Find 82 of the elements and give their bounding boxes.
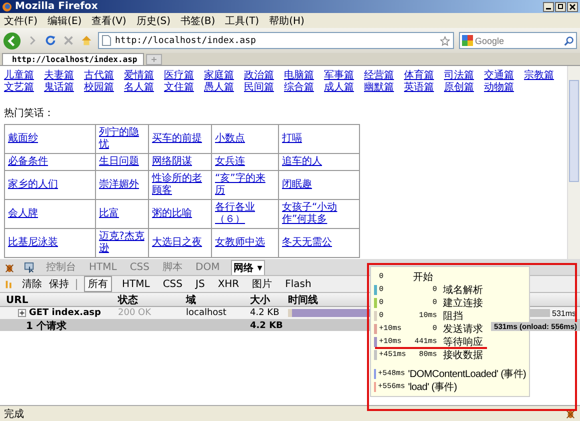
window-title: Mozilla Firefox [15, 1, 98, 12]
panel-tab[interactable]: 网络 ▾ [230, 260, 266, 274]
menu-item[interactable]: 书签(B) [180, 14, 216, 28]
category-link[interactable]: 名人篇 [124, 82, 154, 94]
restore-icon[interactable] [555, 2, 566, 12]
status-text: 完成 [4, 408, 24, 420]
address-bar[interactable]: http://localhost/index.asp [98, 32, 454, 49]
request-size: 4.2 KB [250, 308, 280, 318]
reload-icon[interactable] [44, 34, 57, 47]
category-link[interactable]: 医疗篇 [164, 70, 194, 82]
filter-button[interactable]: 图片 [249, 277, 276, 291]
category-link[interactable]: 政治篇 [244, 70, 274, 82]
menu-item[interactable]: 帮助(H) [269, 14, 304, 28]
filter-button[interactable]: HTML [119, 278, 153, 290]
total-size: 4.2 KB [250, 321, 284, 331]
category-link[interactable]: 宗教篇 [524, 70, 554, 82]
category-link[interactable]: 爱情篇 [124, 70, 154, 82]
category-link[interactable]: 儿童篇 [4, 70, 34, 82]
category-link[interactable]: 夫妻篇 [44, 70, 74, 82]
menu-item[interactable]: 查看(V) [92, 14, 126, 28]
browser-tab[interactable]: http://localhost/index.asp [2, 53, 144, 65]
toolbar-button[interactable]: 保持 [49, 277, 69, 291]
category-link[interactable]: 幽默篇 [364, 82, 394, 94]
vertical-scrollbar[interactable] [567, 66, 580, 259]
phase-label: 接收数据 [443, 348, 483, 362]
category-link[interactable]: 体育篇 [404, 70, 434, 82]
bug-icon[interactable] [4, 262, 15, 272]
phase-label: 等待响应 [443, 336, 483, 348]
filter-button[interactable]: CSS [160, 278, 186, 290]
category-link[interactable]: 民间篇 [244, 82, 274, 94]
page-icon [102, 35, 111, 46]
expand-icon[interactable] [18, 309, 26, 317]
column-header[interactable]: URL [6, 294, 118, 306]
menu-item[interactable]: 工具(T) [225, 14, 260, 28]
category-link[interactable]: 经营篇 [364, 70, 394, 82]
filter-button[interactable]: XHR [214, 278, 242, 290]
category-link[interactable]: 愚人篇 [204, 82, 234, 94]
column-header[interactable]: 状态 [118, 293, 186, 307]
filter-button[interactable]: JS [192, 278, 208, 290]
inspect-icon[interactable] [24, 262, 35, 272]
close-icon[interactable] [567, 2, 578, 12]
category-link[interactable]: 鬼话篇 [44, 82, 74, 94]
category-link[interactable]: 电脑篇 [284, 70, 314, 82]
minimize-icon[interactable] [543, 2, 554, 12]
search-bar[interactable]: Google [459, 32, 577, 49]
event-label: 'load' (事件) [408, 380, 457, 394]
bug-icon[interactable] [565, 408, 576, 419]
category-link[interactable]: 原创篇 [444, 82, 474, 94]
category-link[interactable]: 古代篇 [84, 70, 114, 82]
toolbar-button[interactable]: 清除 [22, 277, 42, 291]
category-link[interactable]: 成人篇 [324, 82, 354, 94]
phase-label: 开始 [413, 270, 433, 284]
category-link[interactable]: 家庭篇 [204, 70, 234, 82]
category-link[interactable]: 交通篇 [484, 70, 514, 82]
column-header[interactable]: 大小 [250, 293, 288, 307]
menu-item[interactable]: 编辑(E) [48, 14, 82, 28]
star-icon[interactable] [440, 36, 450, 46]
category-link[interactable]: 综合篇 [284, 82, 314, 94]
phase-label: 建立连接 [443, 296, 483, 310]
request-status: 200 OK [118, 308, 152, 318]
category-link[interactable]: 英语篇 [404, 82, 434, 94]
timeline-time: 531ms [552, 308, 578, 318]
event-label: 'DOMContentLoaded' (事件) [408, 368, 526, 380]
filter-button[interactable]: 所有 [84, 276, 112, 292]
menu-item[interactable]: 文件(F) [4, 14, 38, 28]
filter-button[interactable]: Flash [282, 278, 314, 290]
category-link[interactable]: 司法篇 [444, 70, 474, 82]
category-link[interactable]: 军事篇 [324, 70, 354, 82]
menu-item[interactable]: 历史(S) [136, 14, 170, 28]
phase-label: 发送请求 [443, 322, 483, 336]
category-link[interactable]: 校园篇 [84, 82, 114, 94]
category-link[interactable]: 文艺篇 [4, 82, 34, 94]
phase-label: 域名解析 [443, 284, 483, 296]
request-url: GET index.asp [29, 308, 101, 318]
category-link[interactable]: 动物篇 [484, 82, 514, 94]
request-domain: localhost [186, 308, 228, 318]
search-engine-icon[interactable] [462, 35, 473, 46]
category-link[interactable]: 文住篇 [164, 82, 194, 94]
search-icon[interactable] [564, 36, 574, 46]
request-count: 1 个请求 [26, 320, 68, 333]
section-heading: 热门笑话： [4, 106, 55, 120]
column-header[interactable]: 域 [186, 293, 250, 307]
